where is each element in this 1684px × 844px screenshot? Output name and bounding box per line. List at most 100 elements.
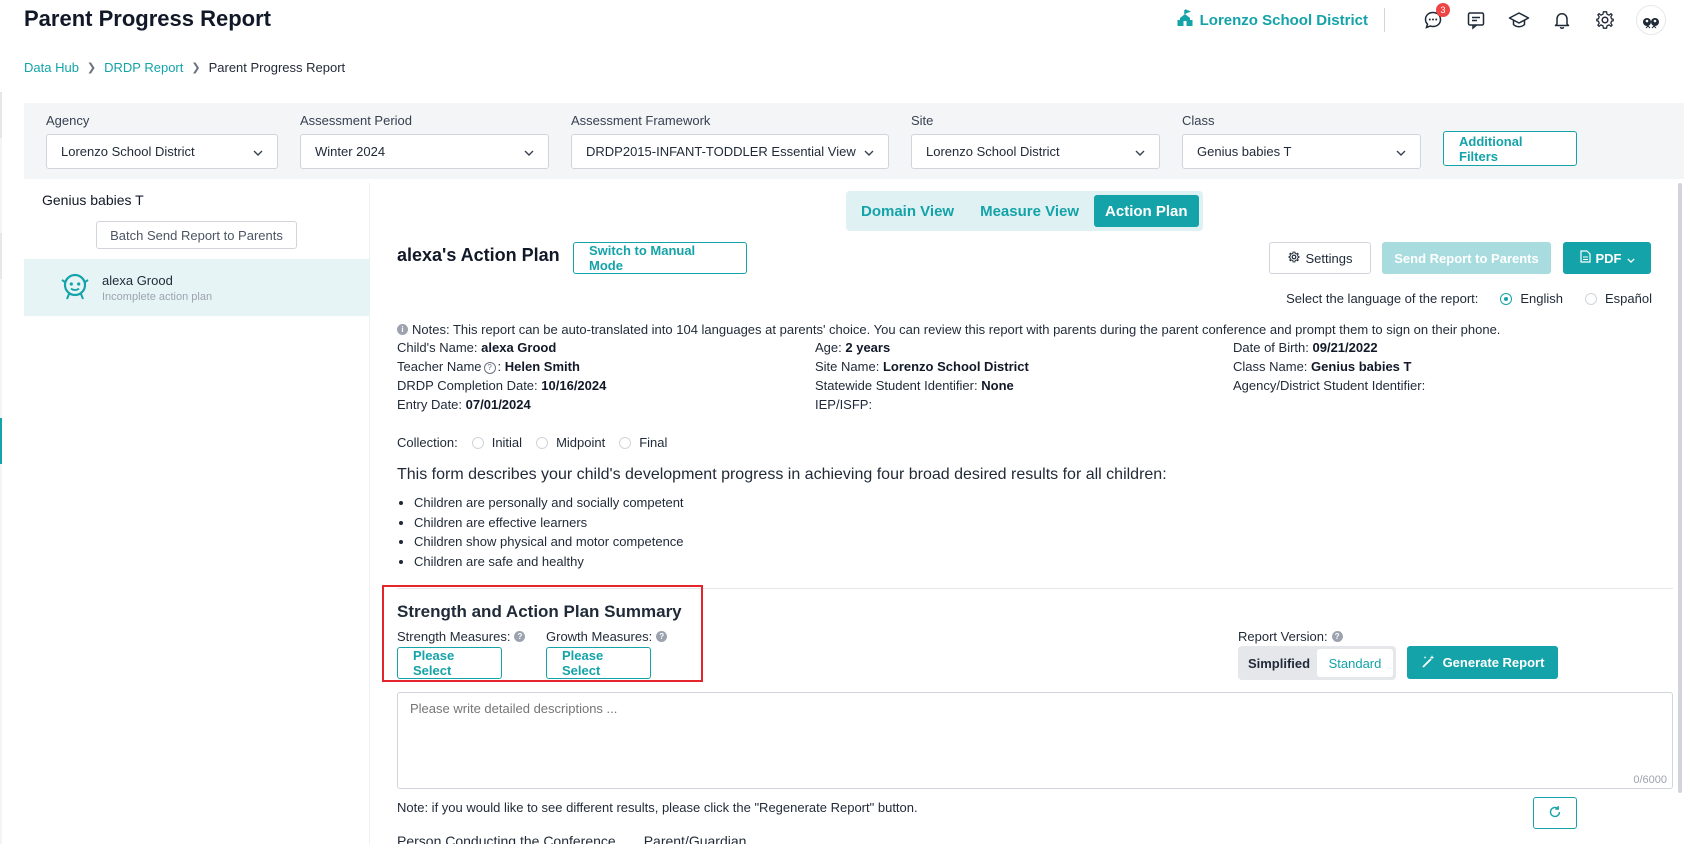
bell-icon[interactable] [1551,9,1573,31]
teacher-value: Helen Smith [504,359,580,374]
collection-midpoint-radio[interactable]: Midpoint [536,435,605,450]
agency-select[interactable]: Lorenzo School District [46,134,278,169]
student-info: alexa Grood Incomplete action plan [102,273,212,303]
settings-button[interactable]: Settings [1269,242,1371,274]
framework-filter: Assessment Framework DRDP2015-INFANT-TOD… [571,113,889,169]
header-toolbar: Lorenzo School District 3 [1177,3,1666,35]
pdf-label: PDF [1595,250,1622,266]
help-icon[interactable]: ? [483,361,496,374]
regenerate-button[interactable] [1533,797,1577,829]
dob-field: Date of Birth: 09/21/2022 [1233,340,1653,355]
collection-initial-radio[interactable]: Initial [471,435,522,450]
form-description: This form describes your child's develop… [397,466,1167,483]
age-label: Age: [815,340,842,355]
notes-text: Notes: This report can be auto-translate… [412,322,1501,337]
pdf-button[interactable]: PDF [1563,242,1651,274]
breadcrumb-data-hub[interactable]: Data Hub [24,60,79,75]
list-item: Children are personally and socially com… [414,493,684,513]
batch-send-button[interactable]: Batch Send Report to Parents [96,221,297,249]
child-avatar-icon [60,271,90,304]
collection-final-radio[interactable]: Final [619,435,667,450]
chevron-down-icon [864,144,874,159]
radio-icon [1585,292,1598,305]
report-version-label: Report Version: ? [1238,629,1343,644]
magic-wand-icon [1421,654,1436,672]
regenerate-note: Note: if you would like to see different… [397,800,918,815]
class-select[interactable]: Genius babies T [1182,134,1421,169]
report-version-text: Report Version: [1238,629,1328,644]
tab-action-plan[interactable]: Action Plan [1094,195,1199,227]
site-select[interactable]: Lorenzo School District [911,134,1160,169]
help-icon[interactable]: ? [514,631,526,642]
empty-cell [1233,397,1653,412]
radio-icon [619,436,632,449]
child-name-value: alexa Grood [481,340,557,355]
school-icon [1177,9,1193,31]
iep-label: IEP/ISFP: [815,397,873,412]
rail-marker-active[interactable] [0,418,2,464]
info-icon: i [397,324,408,335]
child-name-label: Child's Name: [397,340,478,355]
summary-title: Strength and Action Plan Summary [397,602,682,621]
site-label: Site [911,113,934,128]
send-report-button[interactable]: Send Report to Parents [1382,242,1551,274]
strength-measures-select-button[interactable]: Please Select [397,647,502,679]
version-standard-option[interactable]: Standard [1317,649,1393,677]
district-switcher[interactable]: Lorenzo School District [1177,8,1385,32]
gear-icon[interactable] [1594,9,1616,31]
class-name-label: Class Name: [1233,359,1308,374]
chat-icon[interactable]: 3 [1422,3,1450,31]
language-espanol-radio[interactable]: Español [1585,291,1652,306]
site-field: Site Name: Lorenzo School District [815,359,1233,374]
help-icon[interactable]: ? [656,631,668,642]
ssid-field: Statewide Student Identifier: None [815,378,1233,393]
entry-label: Entry Date: [397,397,463,412]
chevron-right-icon: ❯ [86,62,97,74]
agency-label: Agency [46,113,90,128]
age-value: 2 years [845,340,891,355]
language-espanol-label: Español [1605,291,1652,306]
site-label: Site Name: [815,359,880,374]
class-value: Genius babies T [1197,144,1292,159]
growth-measures-text: Growth Measures: [546,629,653,644]
action-plan-title: alexa's Action Plan [397,245,560,265]
desired-results-list: Children are personally and socially com… [414,493,684,571]
rail-marker[interactable] [0,92,2,138]
generate-report-button[interactable]: Generate Report [1407,646,1558,679]
child-name-field: Child's Name: alexa Grood [397,340,815,355]
help-icon[interactable]: ? [1331,631,1343,642]
iep-field: IEP/ISFP: [815,397,1233,412]
additional-filters-button[interactable]: Additional Filters [1443,131,1577,166]
parent-guardian-label: Parent/Guardian [643,833,747,844]
notes-line: i Notes: This report can be auto-transla… [397,322,1500,337]
conference-signatures-row: Person Conducting the Conference Parent/… [397,833,746,844]
breadcrumb-drdp-report[interactable]: DRDP Report [104,60,183,75]
scrollbar[interactable] [1678,183,1682,793]
avatar[interactable] [1636,5,1666,35]
list-item: Children are safe and healthy [414,552,684,572]
framework-value: DRDP2015-INFANT-TODDLER Essential View [586,144,856,159]
student-list-panel: Genius babies T Batch Send Report to Par… [24,183,370,844]
language-english-radio[interactable]: English [1500,291,1563,306]
teacher-label: Teacher Name [397,359,482,374]
tab-measure-view[interactable]: Measure View [969,195,1090,227]
completion-label: DRDP Completion Date: [397,378,538,393]
switch-manual-mode-button[interactable]: Switch to Manual Mode [573,242,747,274]
class-field: Class Name: Genius babies T [1233,359,1653,374]
period-select[interactable]: Winter 2024 [300,134,549,169]
rail-marker[interactable] [0,233,2,279]
agency-value: Lorenzo School District [61,144,195,159]
growth-measures-select-button[interactable]: Please Select [546,647,651,679]
framework-label: Assessment Framework [571,113,711,128]
strength-measures-label: Strength Measures: ? [397,629,526,644]
message-icon[interactable] [1465,9,1487,31]
chevron-down-icon [1396,144,1406,159]
framework-select[interactable]: DRDP2015-INFANT-TODDLER Essential View [571,134,889,169]
student-list-item[interactable]: alexa Grood Incomplete action plan [24,259,370,316]
version-simplified-option[interactable]: Simplified [1241,649,1317,677]
tab-domain-view[interactable]: Domain View [850,195,965,227]
graduation-cap-icon[interactable] [1508,9,1530,31]
summary-description-textarea[interactable] [397,692,1673,789]
site-filter: Site Lorenzo School District [911,113,1160,169]
language-selector: Select the language of the report: Engli… [1286,291,1652,306]
